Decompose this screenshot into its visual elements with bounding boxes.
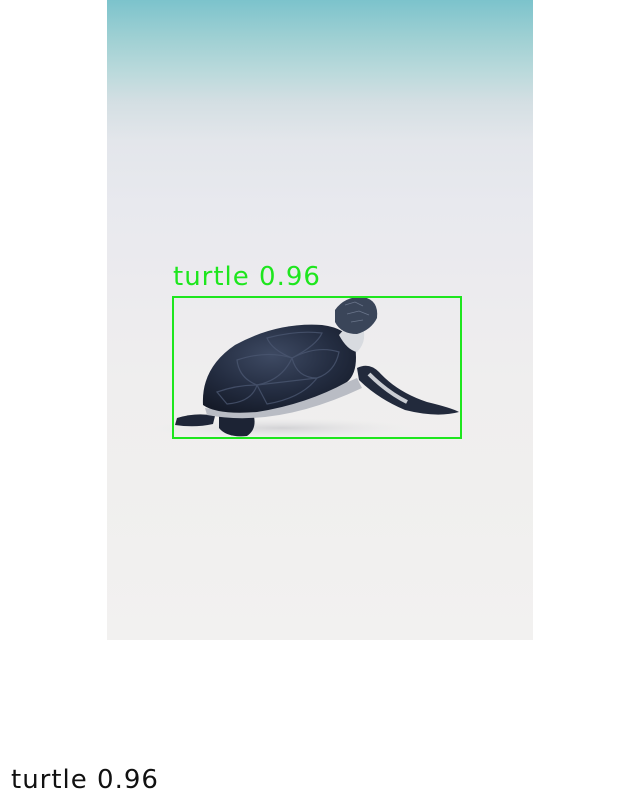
detection-caption: turtle 0.96 <box>11 765 159 795</box>
detection-label: turtle 0.96 <box>173 262 321 292</box>
detection-bounding-box <box>172 296 462 439</box>
